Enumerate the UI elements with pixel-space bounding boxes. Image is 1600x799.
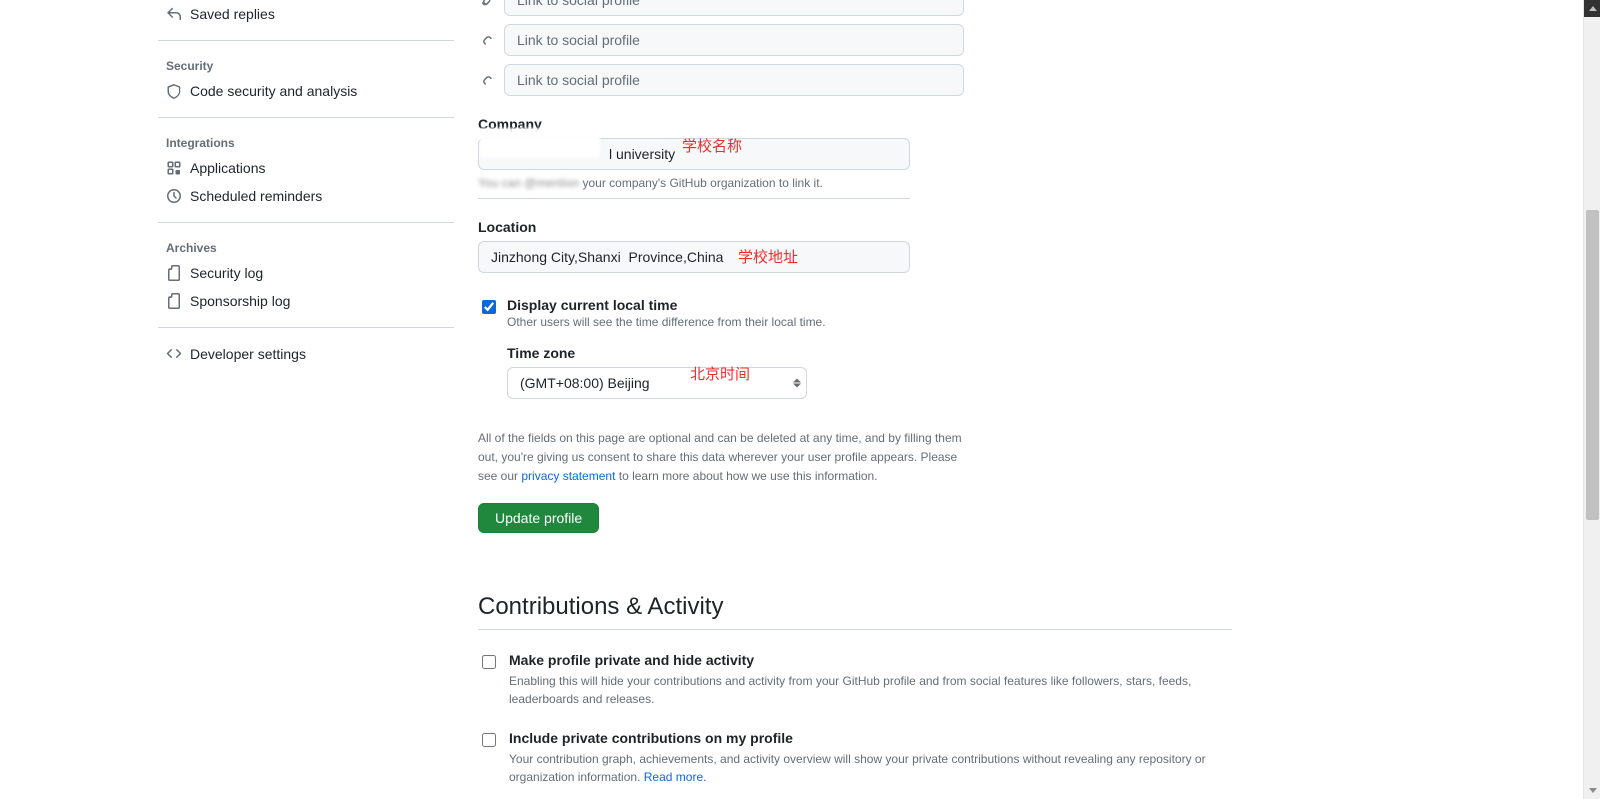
private-profile-checkbox[interactable] — [482, 655, 496, 669]
sidebar-item-label: Saved replies — [190, 6, 275, 22]
location-label: Location — [478, 219, 1232, 235]
settings-sidebar: Saved replies Security Code security and… — [158, 0, 454, 368]
divider — [478, 198, 910, 199]
sidebar-item-label: Security log — [190, 265, 263, 281]
display-localtime-checkbox[interactable] — [482, 300, 496, 314]
link-icon — [478, 0, 494, 8]
include-private-checkbox[interactable] — [482, 733, 496, 747]
profile-form: Company You can @mention your company's … — [478, 0, 1232, 799]
social-row — [478, 64, 1232, 96]
sidebar-divider — [158, 327, 454, 328]
sidebar-item-label: Applications — [190, 160, 266, 176]
private-profile-label: Make profile private and hide activity — [509, 652, 1209, 668]
display-localtime-hint: Other users will see the time difference… — [507, 315, 826, 329]
sidebar-item-saved-replies[interactable]: Saved replies — [158, 0, 454, 28]
redaction-overlay — [480, 128, 600, 158]
read-more-link[interactable]: Read more. — [644, 770, 707, 784]
social-profile-input[interactable] — [504, 0, 964, 16]
sidebar-item-label: Code security and analysis — [190, 83, 357, 99]
include-private-row: Include private contributions on my prof… — [478, 730, 1232, 786]
include-private-label: Include private contributions on my prof… — [509, 730, 1209, 746]
sidebar-divider — [158, 222, 454, 223]
timezone-label: Time zone — [507, 345, 826, 361]
clock-icon — [166, 188, 182, 204]
link-icon — [478, 32, 494, 48]
include-private-sub: Your contribution graph, achievements, a… — [509, 750, 1209, 786]
scrollbar-down-button[interactable] — [1584, 782, 1600, 799]
timezone-select[interactable]: (GMT+08:00) Beijing — [507, 367, 807, 399]
scrollbar-thumb[interactable] — [1586, 210, 1599, 520]
display-localtime-row: Display current local time Other users w… — [478, 297, 1232, 399]
apps-icon — [166, 160, 182, 176]
scrollbar-up-button[interactable] — [1584, 0, 1600, 17]
location-input[interactable] — [478, 241, 910, 273]
private-profile-sub: Enabling this will hide your contributio… — [509, 672, 1209, 708]
display-localtime-label: Display current local time — [507, 297, 826, 313]
contrib-title: Contributions & Activity — [478, 593, 1232, 630]
shield-icon — [166, 83, 182, 99]
sidebar-item-developer-settings[interactable]: Developer settings — [158, 340, 454, 368]
link-icon — [478, 72, 494, 88]
sidebar-item-security-log[interactable]: Security log — [158, 259, 454, 287]
sidebar-head-archives: Archives — [158, 235, 454, 259]
sidebar-item-sponsorship-log[interactable]: Sponsorship log — [158, 287, 454, 315]
sidebar-item-code-security[interactable]: Code security and analysis — [158, 77, 454, 105]
update-profile-button[interactable]: Update profile — [478, 503, 599, 533]
sidebar-item-scheduled-reminders[interactable]: Scheduled reminders — [158, 182, 454, 210]
code-icon — [166, 346, 182, 362]
sidebar-head-integrations: Integrations — [158, 130, 454, 154]
company-hint: You can @mention your company's GitHub o… — [478, 176, 1232, 190]
privacy-note: All of the fields on this page are optio… — [478, 429, 968, 487]
social-profile-input[interactable] — [504, 64, 964, 96]
sidebar-divider — [158, 117, 454, 118]
browser-scrollbar[interactable] — [1583, 0, 1600, 799]
social-row — [478, 24, 1232, 56]
sidebar-head-security: Security — [158, 53, 454, 77]
sidebar-item-label: Scheduled reminders — [190, 188, 322, 204]
sidebar-item-label: Developer settings — [190, 346, 306, 362]
log-icon — [166, 293, 182, 309]
private-profile-row: Make profile private and hide activity E… — [478, 652, 1232, 708]
sidebar-item-applications[interactable]: Applications — [158, 154, 454, 182]
social-profile-input[interactable] — [504, 24, 964, 56]
sidebar-item-label: Sponsorship log — [190, 293, 290, 309]
log-icon — [166, 265, 182, 281]
privacy-statement-link[interactable]: privacy statement — [521, 469, 615, 483]
sidebar-divider — [158, 40, 454, 41]
reply-icon — [166, 6, 182, 22]
social-row — [478, 0, 1232, 16]
